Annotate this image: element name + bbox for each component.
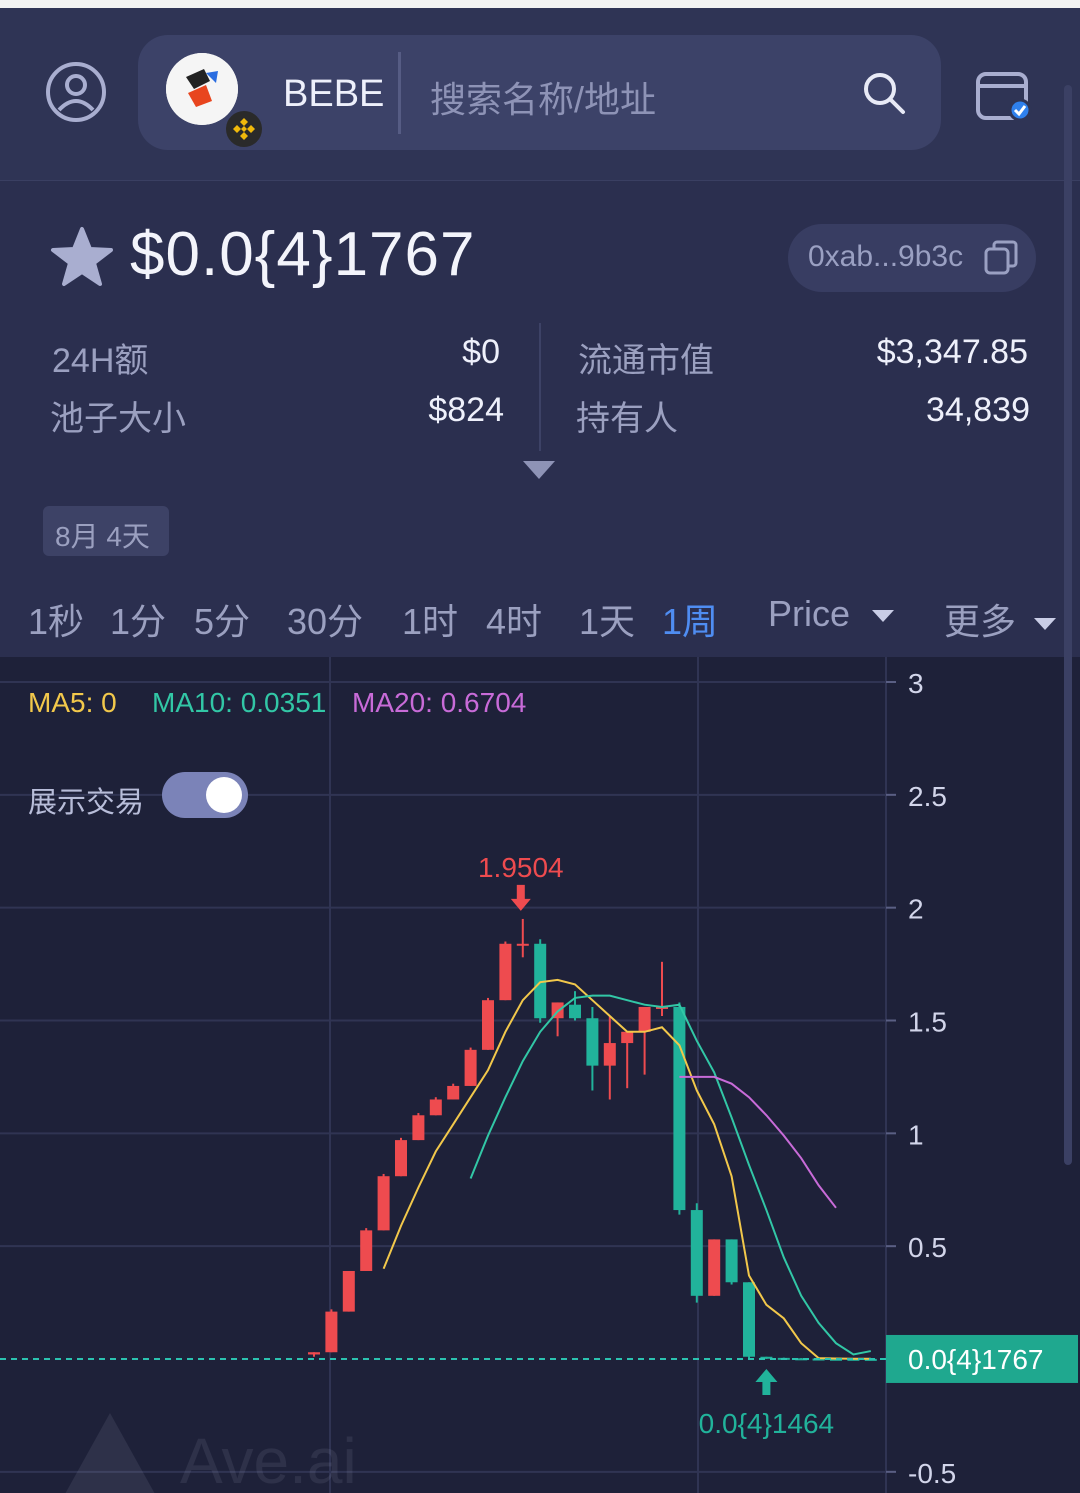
contract-address: 0xab...9b3c [808,240,964,273]
market-cap-label: 流通市值 [578,342,714,380]
holders-value: 34,839 [926,391,1030,429]
candle-body [325,1311,338,1353]
current-price-label: 0.0{4}1767 [908,1344,1044,1375]
watermark-logo: Ave.ai [65,1413,357,1493]
timeframe-tab[interactable]: 1分 [110,593,166,645]
token-age-chip: 8月 4天 [43,506,169,556]
candle-body [412,1115,425,1141]
candle-body [395,1140,407,1177]
candle-body [673,1006,686,1211]
wallet-icon [976,72,1032,122]
y-tick-label: 1 [908,1119,924,1150]
page-scrollbar[interactable] [1064,85,1072,1165]
more-dropdown[interactable]: 更多 [944,593,1058,645]
toggle-knob [206,777,242,813]
y-tick-label: 2.5 [908,781,947,812]
profile-button[interactable] [44,60,108,124]
stats-divider [539,323,541,451]
timeframe-tab[interactable]: 1时 [402,593,458,645]
timeframe-tab[interactable]: 5分 [194,593,250,645]
candle-body [725,1239,738,1283]
ma10-line [469,994,871,1356]
user-icon [46,62,106,122]
low-price-label: 0.0{4}1464 [699,1408,835,1439]
show-trades-toggle[interactable] [162,772,248,818]
candle-body [447,1085,460,1100]
candle-body [708,1239,721,1296]
candle-body [429,1099,442,1116]
candlestick-chart: 3 2.5 2 1.5 1 0.5 -0.5 0.0{4}1767 1.9504 0.0{4}14… [0,657,1078,1493]
volume-24h-value: $0 [462,333,500,371]
pool-size-label: 池子大小 [50,400,186,438]
bnb-chain-icon [224,109,264,149]
ma20-label: MA20: 0.6704 [352,687,527,718]
candle-body [569,1004,581,1019]
search-divider [398,52,401,134]
caret-down-icon [1034,618,1057,631]
token-age: 8月 4天 [55,521,150,552]
timeframe-tab[interactable]: 4时 [486,593,542,645]
y-tick-label: 1.5 [908,1007,947,1038]
candle-body [482,1000,494,1050]
candle-body [638,1006,651,1032]
token-info-panel: $0.0{4}1767 0xab...9b3c 24H额 $0 池子大小 $82… [0,181,1080,657]
candle-body [342,1270,355,1312]
volume-24h-label: 24H额 [52,342,149,380]
search-input[interactable]: 搜索名称/地址 [430,71,656,123]
price-chart-area[interactable]: 3 2.5 2 1.5 1 0.5 -0.5 0.0{4}1767 1.9504 0.0{4}14… [0,657,1080,1493]
header-bar: BEBE 搜索名称/地址 [0,8,1080,181]
y-tick-label: 0.5 [908,1232,947,1263]
ma5-label: MA5: 0 [28,687,117,718]
wallet-button[interactable] [972,64,1036,128]
timeframe-tab[interactable]: 30分 [287,593,363,645]
caret-down-icon [872,610,895,623]
timeframe-tab[interactable]: 1周 [662,593,718,645]
search-button[interactable] [860,69,908,117]
candle-body [360,1230,373,1271]
more-label: 更多 [944,601,1017,642]
contract-address-chip[interactable]: 0xab...9b3c [788,224,1036,292]
svg-text:Ave.ai: Ave.ai [180,1425,357,1493]
candle-body [621,1031,634,1044]
candle-body [516,943,529,946]
market-cap-value: $3,347.85 [876,333,1028,371]
high-price-label: 1.9504 [478,852,564,883]
price-type-label: Price [768,593,851,634]
candle-body [743,1282,755,1357]
status-strip [0,0,1080,8]
star-icon [51,227,113,286]
price-type-dropdown[interactable]: Price [768,593,896,635]
search-box[interactable]: BEBE 搜索名称/地址 [138,35,941,150]
candle-body [586,1018,599,1066]
holders-label: 持有人 [576,400,678,438]
favorite-button[interactable] [50,225,114,289]
token-price: $0.0{4}1767 [130,220,476,289]
candle-body [603,1043,616,1066]
timeframe-tab[interactable]: 1天 [579,593,635,645]
candle-body [377,1176,390,1231]
pool-size-value: $824 [428,391,504,429]
candle-body [464,1049,477,1086]
search-icon [864,73,905,114]
candle-body [499,943,512,1001]
copy-icon[interactable] [982,239,1020,277]
ma10-label: MA10: 0.0351 [152,687,327,718]
token-logo [166,53,238,125]
candle-body [308,1352,320,1355]
candle-body [690,1210,703,1296]
y-tick-label: 3 [908,668,924,699]
expand-stats-icon[interactable] [521,459,557,481]
token-name: BEBE [283,73,385,115]
low-arrow-icon [755,1368,778,1395]
show-trades-label: 展示交易 [28,787,145,819]
y-tick-label: -0.5 [908,1458,956,1489]
y-tick-label: 2 [908,894,924,925]
timeframe-tab[interactable]: 1秒 [28,593,84,645]
